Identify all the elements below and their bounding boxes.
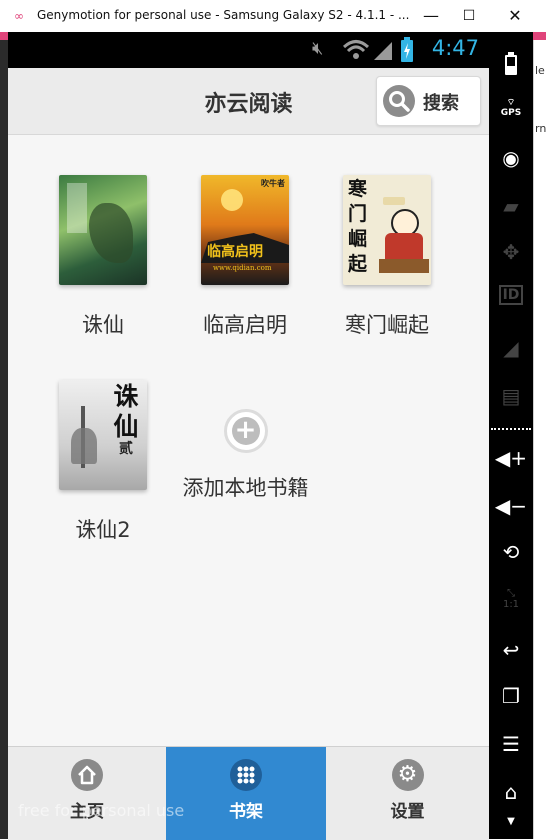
signal-icon	[342, 40, 392, 60]
rotate-icon[interactable]: ⟲	[489, 540, 533, 564]
search-icon	[383, 85, 415, 117]
book-cover: 吹牛者 临高启明 www.qidian.com	[201, 175, 289, 285]
book-cover: 寒门崛起	[343, 175, 431, 285]
window-titlebar: ∞ Genymotion for personal use - Samsung …	[0, 0, 546, 33]
tab-settings[interactable]: ⚙ 设置	[326, 747, 489, 840]
genymotion-logo-icon: ∞	[14, 9, 24, 23]
left-frame	[0, 40, 8, 839]
book-item[interactable]: 诛仙	[38, 175, 168, 339]
book-cover	[59, 175, 147, 285]
background-window-strip: le rn	[533, 40, 546, 839]
watermark: free for personal use	[18, 801, 185, 820]
grid-icon	[230, 759, 262, 791]
cover-subtitle: 贰	[119, 441, 133, 457]
battery-widget-icon[interactable]	[504, 52, 518, 76]
scale-icon: ⤡ 1:1	[502, 588, 520, 610]
emulator-toolbar: ⌔ GPS ◉ ▰ ✥ ID ◢ ▤ ◀+ ◀− ⟲ ⤡ 1:1 ↩ ❐ ☰ ⌂ ▼	[489, 32, 533, 839]
status-bar: 🔇︎ 4:47	[8, 32, 489, 68]
message-widget-icon: ▤	[501, 384, 521, 408]
book-title: 寒门崛起	[345, 313, 429, 337]
device-id-widget-icon: ID	[489, 285, 533, 305]
back-icon[interactable]: ↩	[489, 638, 533, 662]
scroll-down-icon[interactable]: ▼	[489, 816, 533, 827]
volume-down-icon[interactable]: ◀−	[489, 494, 533, 518]
book-title: 临高启明	[203, 313, 287, 337]
tab-bookshelf[interactable]: 书架	[166, 747, 326, 840]
home-icon	[71, 759, 103, 791]
search-button[interactable]: 搜索	[376, 76, 481, 126]
capture-widget-icon: ▰	[503, 194, 519, 218]
tab-bookshelf-label: 书架	[229, 802, 263, 822]
menu-icon[interactable]: ☰	[489, 732, 533, 756]
book-item[interactable]: 吹牛者 临高启明 www.qidian.com 临高启明	[180, 175, 310, 339]
webcam-widget-icon[interactable]: ◉	[489, 146, 533, 170]
volume-up-icon[interactable]: ◀+	[489, 446, 533, 470]
book-title: 诛仙	[82, 313, 124, 337]
action-bar: 亦云阅读 搜索	[8, 68, 489, 135]
close-button[interactable]: ✕	[492, 0, 538, 32]
gps-widget-icon[interactable]: ⌔ GPS	[489, 98, 533, 118]
tab-settings-label: 设置	[390, 802, 425, 822]
dpad-widget-icon: ✥	[502, 240, 520, 264]
tab-home[interactable]: 主页	[8, 747, 166, 840]
book-title: 诛仙2	[75, 518, 131, 542]
cover-title-text: 临高启明	[207, 244, 263, 260]
add-circle: +	[223, 409, 268, 453]
book-cover: 诛仙 贰	[59, 380, 147, 490]
cover-publisher-mark: 吹牛者	[261, 178, 285, 188]
cover-url: www.qidian.com	[213, 264, 272, 272]
maximize-button[interactable]: ☐	[446, 0, 492, 32]
mute-icon: 🔇︎	[312, 38, 324, 59]
toolbar-separator	[491, 428, 531, 430]
cast-widget-icon: ◢	[503, 336, 519, 360]
app-screen: 亦云阅读 搜索 诛仙 吹牛者 临高启明 www.qidian.com 临高启明 …	[8, 68, 489, 840]
search-label: 搜索	[423, 93, 459, 114]
window-title: Genymotion for personal use - Samsung Ga…	[37, 8, 410, 22]
home-button-icon[interactable]: ⌂	[489, 780, 533, 804]
battery-icon	[401, 37, 413, 62]
add-local-book-label: 添加本地书籍	[182, 476, 309, 500]
bottom-navigation: 主页 书架 ⚙ 设置 free for personal use	[8, 746, 489, 840]
gear-icon: ⚙	[391, 759, 424, 791]
add-local-book-button[interactable]: + 添加本地书籍	[178, 409, 313, 502]
book-item[interactable]: 诛仙 贰 诛仙2	[38, 380, 168, 544]
status-clock: 4:47	[431, 36, 479, 60]
book-item[interactable]: 寒门崛起 寒门崛起	[322, 175, 452, 339]
recent-apps-icon[interactable]: ❐	[489, 684, 533, 708]
cover-title-text: 诛仙	[113, 382, 139, 441]
plus-icon: +	[231, 417, 260, 445]
cover-title-text: 寒门崛起	[348, 178, 368, 275]
